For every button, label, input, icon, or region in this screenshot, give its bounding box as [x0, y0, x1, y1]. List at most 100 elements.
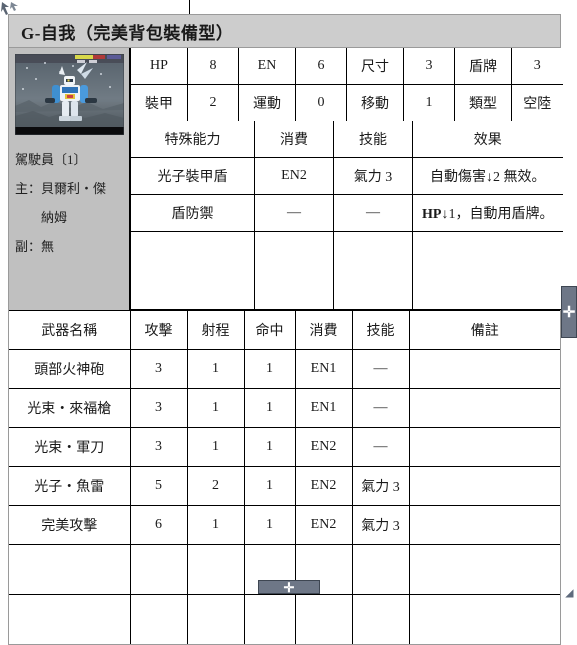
stat-label-movement: 移動 — [346, 84, 404, 121]
ability-effect: HP↓1，自動用盾牌。 — [412, 194, 563, 232]
ability-name: 盾防禦 — [130, 194, 255, 232]
unit-title-bar: G-自我（完美背包裝備型） — [9, 15, 560, 48]
pilot-main-name-line2: 納姆 — [41, 210, 68, 225]
portrait-frame — [9, 48, 129, 139]
plus-icon: ✛ — [283, 579, 295, 595]
weapon-note — [408, 594, 560, 644]
table-row: 頭部火神砲 3 1 1 EN1 — — [9, 349, 560, 389]
ability-name — [130, 231, 255, 310]
weapon-range: 1 — [186, 349, 245, 389]
ability-effect — [412, 231, 563, 310]
weapon-name: 光子・魚雷 — [9, 466, 131, 506]
unit-card: G-自我（完美背包裝備型） 駕駛員〔1〕 主：貝爾利・傑 納姆 副：無 HP 8… — [8, 14, 563, 645]
stats-and-abilities-column: HP 8 EN 6 尺寸 3 盾牌 3 裝甲 2 運動 0 移動 1 類型 空陸… — [130, 48, 563, 310]
ability-effect-text: ↓1，自動用盾牌。 — [441, 207, 554, 222]
plus-icon: ✛ — [562, 303, 576, 321]
table-row — [130, 231, 563, 310]
stat-label-type: 類型 — [454, 84, 512, 121]
stat-label-armor: 裝甲 — [130, 84, 188, 121]
weapon-hit: 1 — [243, 349, 296, 389]
stat-label-size: 尺寸 — [346, 48, 404, 85]
weapon-range: 2 — [186, 466, 245, 506]
portrait-and-pilot-column: 駕駛員〔1〕 主：貝爾利・傑 納姆 副：無 — [9, 48, 130, 310]
ability-skill — [333, 231, 413, 310]
ability-cost: EN2 — [254, 157, 334, 195]
stat-label-shield: 盾牌 — [454, 48, 512, 85]
table-row — [9, 594, 560, 644]
stat-value-movement: 1 — [403, 84, 455, 121]
weapon-hit: 1 — [243, 388, 296, 428]
table-row: 完美攻擊 6 1 1 EN2 氣力 3 — [9, 505, 560, 545]
pilot-count-label: 駕駛員〔1〕 — [15, 152, 87, 167]
weapon-hit — [243, 594, 296, 644]
weapon-hit: 1 — [243, 505, 296, 545]
resize-grip-icon[interactable] — [562, 586, 575, 599]
abilities-header-cost: 消費 — [254, 121, 334, 158]
ability-cost: — — [254, 194, 334, 232]
horizontal-scrollbar-thumb[interactable]: ✛ — [258, 580, 320, 594]
weapon-note — [408, 427, 560, 467]
weapon-attack: 3 — [129, 388, 188, 428]
vertical-scrollbar-thumb[interactable]: ✛ — [561, 286, 577, 338]
weapon-attack — [129, 594, 188, 644]
stat-label-hp: HP — [130, 48, 188, 85]
weapon-cost: EN1 — [294, 388, 353, 428]
ability-effect-bold: HP — [422, 207, 442, 222]
weapon-skill: — — [351, 427, 410, 467]
unit-summary-section: 駕駛員〔1〕 主：貝爾利・傑 納姆 副：無 HP 8 EN 6 尺寸 3 盾牌 … — [9, 48, 563, 310]
weapon-range: 1 — [186, 505, 245, 545]
weapon-note — [408, 505, 560, 545]
weapon-cost: EN1 — [294, 349, 353, 389]
weapon-range: 1 — [186, 388, 245, 428]
table-row: 光子裝甲盾 EN2 氣力 3 自動傷害↓2 無效。 — [130, 157, 563, 195]
weapon-range — [186, 544, 245, 595]
weapon-name: 完美攻擊 — [9, 505, 131, 545]
stat-value-hp: 8 — [187, 48, 239, 85]
weapons-header-range: 射程 — [186, 311, 245, 350]
page-title: G-自我（完美背包裝備型） — [21, 23, 234, 43]
weapon-name — [9, 544, 131, 595]
weapons-header-note: 備註 — [408, 311, 560, 350]
weapon-name: 光束・軍刀 — [9, 427, 131, 467]
weapon-range — [186, 594, 245, 644]
table-header-row: 武器名稱 攻擊 射程 命中 消費 技能 備註 — [9, 311, 560, 350]
weapon-cost — [294, 594, 353, 644]
ability-name: 光子裝甲盾 — [130, 157, 255, 195]
table-row: 裝甲 2 運動 0 移動 1 類型 空陸 — [130, 84, 563, 121]
weapon-note — [408, 349, 560, 389]
pilot-main-name-line1: 主：貝爾利・傑 — [15, 181, 107, 196]
weapon-name — [9, 594, 131, 644]
ability-effect-text: 自動傷害↓2 無效。 — [430, 170, 546, 185]
weapon-hit: 1 — [243, 466, 296, 506]
abilities-header-name: 特殊能力 — [130, 121, 255, 158]
weapons-header-attack: 攻擊 — [129, 311, 188, 350]
weapon-note — [408, 388, 560, 428]
weapon-hit: 1 — [243, 427, 296, 467]
stats-table: HP 8 EN 6 尺寸 3 盾牌 3 裝甲 2 運動 0 移動 1 類型 空陸 — [130, 48, 563, 121]
weapon-cost: EN2 — [294, 505, 353, 545]
table-row: 光束・軍刀 3 1 1 EN2 — — [9, 427, 560, 467]
stat-label-mobility: 運動 — [238, 84, 296, 121]
ability-skill: 氣力 3 — [333, 157, 413, 195]
stat-value-mobility: 0 — [295, 84, 347, 121]
weapon-note — [408, 466, 560, 506]
weapon-attack — [129, 544, 188, 595]
weapons-header-skill: 技能 — [351, 311, 410, 350]
weapon-attack: 6 — [129, 505, 188, 545]
weapon-cost: EN2 — [294, 466, 353, 506]
abilities-header-effect: 效果 — [412, 121, 563, 158]
stat-value-size: 3 — [403, 48, 455, 85]
weapons-header-cost: 消費 — [294, 311, 353, 350]
table-row: 光束・來福槍 3 1 1 EN1 — — [9, 388, 560, 428]
stat-value-shield: 3 — [511, 48, 563, 85]
stat-value-type: 空陸 — [511, 84, 563, 121]
weapons-header-name: 武器名稱 — [9, 311, 131, 350]
weapon-skill — [351, 544, 410, 595]
unit-portrait-image — [15, 54, 124, 135]
weapon-skill: 氣力 3 — [351, 505, 410, 545]
weapon-name: 頭部火神砲 — [9, 349, 131, 389]
ability-skill: — — [333, 194, 413, 232]
weapon-skill: — — [351, 349, 410, 389]
abilities-table: 特殊能力 消費 技能 效果 光子裝甲盾 EN2 氣力 3 自動傷害↓2 無效。 … — [130, 121, 563, 310]
weapon-skill — [351, 594, 410, 644]
